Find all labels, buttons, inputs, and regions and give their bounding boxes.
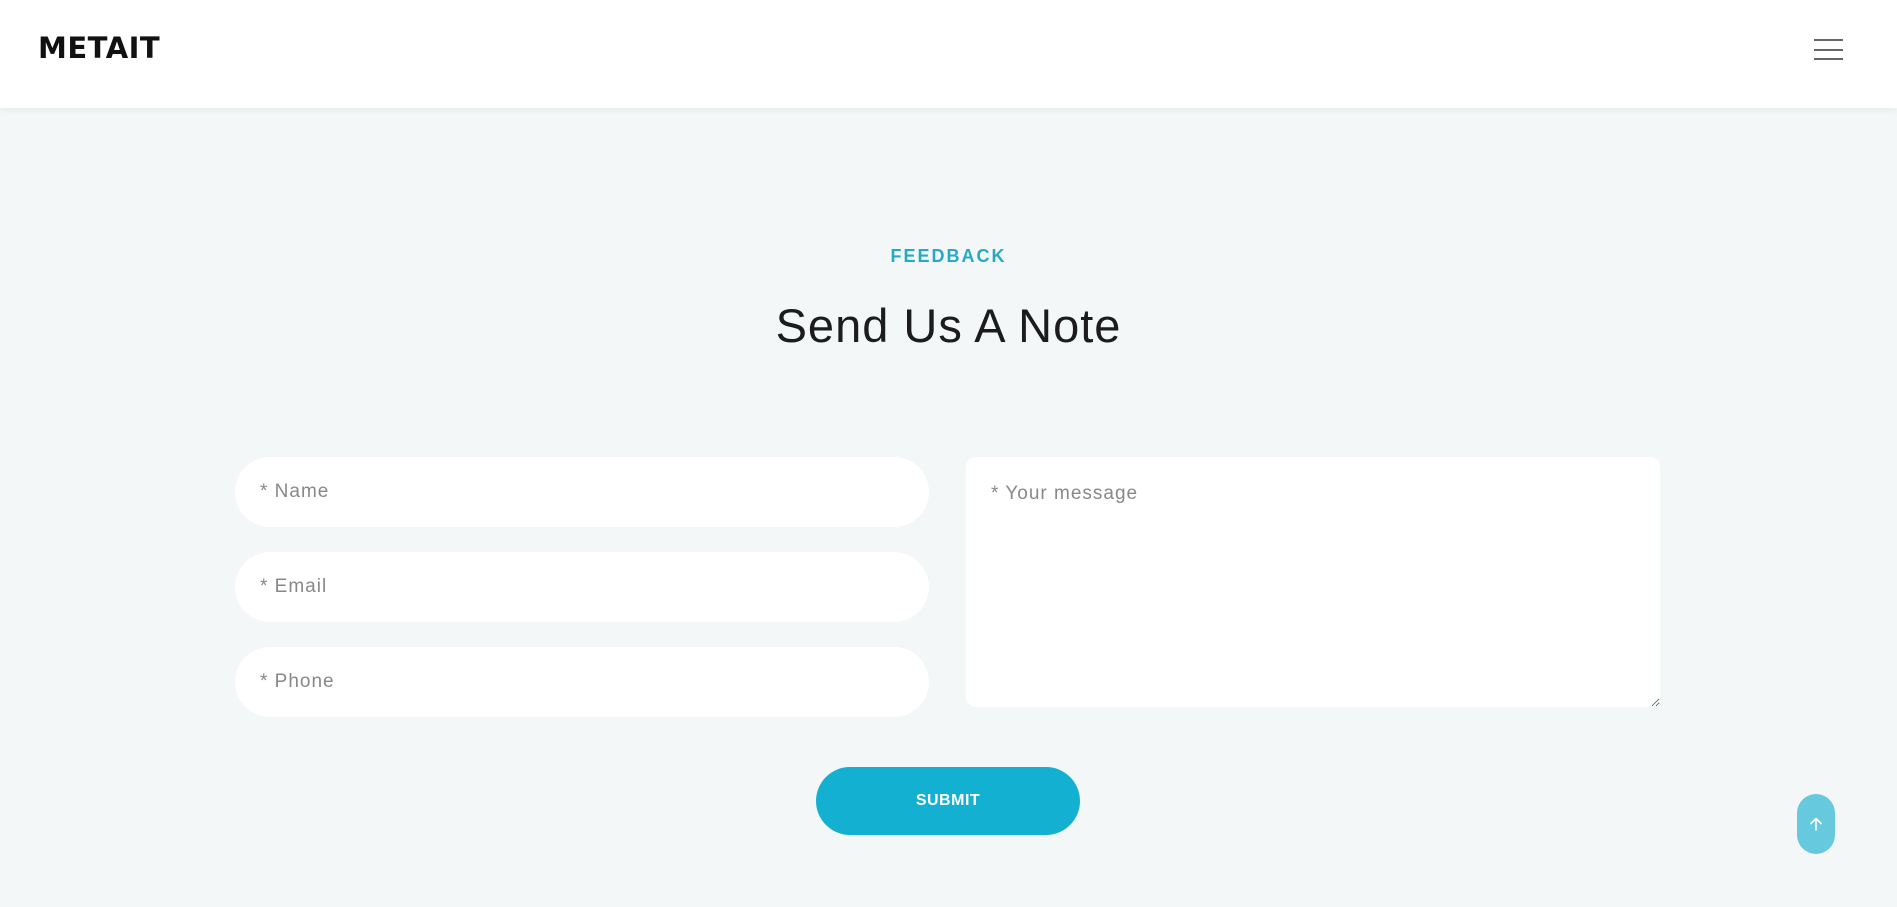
back-to-top-button[interactable] — [1797, 794, 1835, 854]
email-input[interactable] — [235, 552, 929, 622]
phone-input[interactable] — [235, 647, 929, 717]
submit-button[interactable]: SUBMIT — [816, 767, 1080, 835]
name-input[interactable] — [235, 457, 929, 527]
message-textarea[interactable] — [966, 457, 1660, 707]
menu-bar — [1814, 39, 1843, 41]
site-header: METAIT — [0, 0, 1897, 108]
section-title: Send Us A Note — [775, 299, 1122, 352]
section-eyebrow: FEEDBACK — [890, 246, 1007, 266]
hamburger-menu-icon[interactable] — [1806, 36, 1850, 64]
logo[interactable]: METAIT — [38, 30, 160, 66]
menu-bar — [1814, 49, 1843, 51]
arrow-up-icon — [1810, 817, 1822, 831]
menu-bar — [1814, 58, 1843, 60]
